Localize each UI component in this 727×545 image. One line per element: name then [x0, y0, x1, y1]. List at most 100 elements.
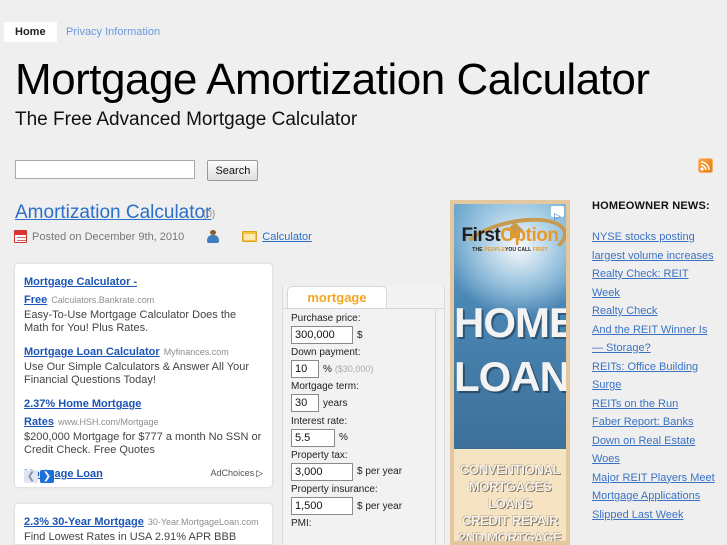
search-button[interactable]: Search — [207, 160, 259, 181]
sidebar-news-link[interactable]: — Storage? — [592, 339, 722, 358]
sidebar-news-link[interactable]: Woes — [592, 450, 722, 469]
page-root: Home Privacy Information Mortgage Amorti… — [0, 0, 727, 545]
page-tagline: The Free Advanced Mortgage Calculator — [15, 109, 358, 130]
ad-domain: 30-Year.MortgageLoan.com — [147, 517, 259, 527]
search-input[interactable] — [15, 160, 195, 179]
field-label: Mortgage term: — [291, 381, 359, 393]
page-title: Mortgage Amortization Calculator — [15, 55, 650, 104]
ad-domain: Myfinances.com — [163, 347, 229, 357]
ads-footer: ❮ ❯ AdChoices ▷ — [24, 468, 263, 484]
ad-description: $200,000 Mortgage for $777 a month No SS… — [24, 431, 262, 456]
property-insurance-input[interactable] — [291, 497, 353, 516]
field-property-tax: Property tax: $ per year — [291, 449, 436, 481]
post-title-link[interactable]: Amortization Calculator — [15, 202, 211, 224]
search-form: Search — [15, 160, 259, 181]
sidebar-news-link[interactable]: And the REIT Winner Is — [592, 321, 722, 340]
ad-domain: myhome.bankofamerica.com — [82, 487, 198, 488]
sidebar-news-link[interactable]: REITs: Office Building — [592, 358, 722, 377]
field-down-payment: Down payment: %($30,000) — [291, 346, 436, 379]
adchoices-link[interactable]: AdChoices ▷ — [211, 468, 263, 479]
banner-service-line: CREDIT REPAIR — [461, 513, 559, 528]
banner-ad-top: FirstOption THE PEOPLEYOU CALL FIRST HOM… — [454, 204, 566, 449]
purchase-price-input[interactable] — [291, 326, 353, 344]
ad-title-link[interactable]: Mortgage Loan Calculator — [24, 346, 160, 358]
field-label: Purchase price: — [291, 313, 361, 324]
ads-next-button[interactable]: ❯ — [40, 470, 54, 484]
interest-rate-input[interactable] — [291, 428, 335, 447]
property-tax-input[interactable] — [291, 462, 353, 481]
field-suffix: $ per year — [357, 466, 403, 478]
field-label: Down payment: — [291, 347, 361, 359]
banner-service-line: 2ND MORTGAGE — [458, 530, 562, 545]
sidebar-heading: HOMEOWNER NEWS: — [592, 200, 710, 212]
banner-headline-1: HOME — [454, 299, 570, 346]
sidebar-news-link[interactable]: largest volume increases — [592, 247, 722, 266]
field-suffix: % — [339, 432, 348, 444]
field-label: Property tax: — [291, 449, 348, 461]
mortgage-calculator-widget: mortgage Purchase price: $ Down payment:… — [282, 286, 445, 545]
ad-item[interactable]: 2.37% Home Mortgage Rates www.HSH.com/Mor… — [24, 394, 263, 457]
field-label: PMI: — [291, 518, 312, 530]
ad-title-link[interactable]: 2.3% 30-Year Mortgage — [24, 516, 144, 528]
text-ads-block-secondary: 2.3% 30-Year Mortgage 30-Year.MortgageLoa… — [14, 503, 273, 545]
field-suffix: $ per year — [357, 500, 403, 512]
text-ads-block: Mortgage Calculator -Free Calculators.Ban… — [14, 263, 273, 488]
field-suffix: $ — [357, 329, 363, 341]
field-pmi: PMI: — [291, 517, 436, 531]
nav-tab-home[interactable]: Home — [4, 22, 57, 42]
sidebar-news-link[interactable]: Down on Real Estate — [592, 432, 722, 451]
field-purchase-price: Purchase price: $ — [291, 312, 436, 344]
ad-description: Easy-To-Use Mortgage Calculator Does the… — [24, 309, 237, 334]
post-date: Posted on December 9th, 2010 — [32, 230, 185, 243]
top-navigation: Home Privacy Information — [0, 22, 727, 42]
sidebar-news-link[interactable]: Realty Check: REIT — [592, 265, 722, 284]
ad-item[interactable]: Mortgage Calculator -Free Calculators.Ban… — [24, 272, 263, 335]
adchoices-icon[interactable]: ▷ — [551, 206, 564, 221]
author-icon — [206, 230, 220, 243]
field-suffix: % — [323, 363, 332, 375]
sidebar-news-link[interactable]: Surge — [592, 376, 722, 395]
ad-item[interactable]: 2.3% 30-Year Mortgage 30-Year.MortgageLoa… — [24, 512, 263, 544]
banner-service-line: MORTGAGES — [468, 479, 552, 494]
sidebar-news-link[interactable]: Mortgage Applications — [592, 487, 722, 506]
banner-ad[interactable]: FirstOption THE PEOPLEYOU CALL FIRST HOM… — [450, 200, 570, 545]
sidebar-news-link[interactable]: Slipped Last Week — [592, 506, 722, 525]
field-property-insurance: Property insurance: $ per year — [291, 483, 436, 516]
logo-first-word: First — [461, 225, 501, 246]
calculator-tab-mortgage[interactable]: mortgage — [287, 286, 387, 308]
sidebar-news-link[interactable]: Major REIT Players Meet — [592, 469, 722, 488]
field-label: Property insurance: — [291, 484, 378, 496]
field-interest-rate: Interest rate: % — [291, 415, 436, 447]
adchoices-label: AdChoices — [210, 468, 255, 478]
logo-second-word: Option — [500, 225, 559, 246]
logo-text: FirstOption — [454, 226, 566, 246]
adchoices-icon: ▷ — [256, 468, 263, 478]
folder-icon — [242, 231, 258, 242]
rss-icon[interactable] — [698, 158, 713, 173]
ad-item[interactable]: Mortgage Loan Calculator Myfinances.com U… — [24, 342, 263, 387]
calculator-divider — [435, 308, 436, 545]
ad-domain: www.HSH.com/Mortgage — [57, 417, 159, 427]
banner-service-line: LOANS — [487, 496, 532, 511]
ad-description: Use Our Simple Calculators & Answer All … — [24, 361, 249, 386]
banner-ad-services: CONVENTIONAL MORTGAGES LOANS CREDIT REPA… — [454, 449, 566, 541]
down-payment-amount-hint: ($30,000) — [334, 364, 374, 375]
firstoption-logo: FirstOption THE PEOPLEYOU CALL FIRST — [454, 209, 566, 277]
sidebar-news-link[interactable]: Faber Report: Banks — [592, 413, 722, 432]
ad-description: Find Lowest Rates in USA 2.91% APR BBB M… — [24, 531, 237, 543]
nav-tab-privacy-information[interactable]: Privacy Information — [55, 22, 171, 42]
post-category-link[interactable]: Calculator — [262, 231, 312, 243]
sidebar-news-link[interactable]: Week — [592, 284, 722, 303]
down-payment-input[interactable] — [291, 360, 319, 379]
post-meta: Posted on December 9th, 2010 Calculator — [14, 230, 312, 246]
sidebar-homeowner-news: HOMEOWNER NEWS: NYSE stocks posting larg… — [592, 200, 722, 524]
sidebar-news-link[interactable]: REITs on the Run — [592, 395, 722, 414]
field-suffix: years — [323, 397, 348, 409]
mortgage-term-input[interactable] — [291, 394, 319, 413]
sidebar-news-link[interactable]: NYSE stocks posting — [592, 228, 722, 247]
ads-prev-button[interactable]: ❮ — [24, 470, 38, 484]
banner-service-line: CONVENTIONAL — [459, 462, 561, 477]
sidebar-news-link[interactable]: Realty Check — [592, 302, 722, 321]
field-label: Interest rate: — [291, 415, 348, 427]
calculator-form: Purchase price: $ Down payment: %($30,00… — [283, 308, 444, 545]
